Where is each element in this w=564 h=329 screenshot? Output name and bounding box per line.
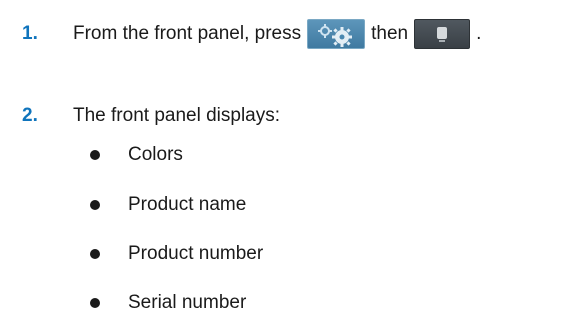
list-item-text: Colors: [128, 144, 183, 165]
step-text: The front panel displays:: [73, 105, 281, 126]
list-item-text: Product name: [128, 194, 247, 215]
list-item-text: Product number: [128, 243, 264, 264]
list-item-text: Serial number: [128, 292, 247, 313]
bullet-icon: [90, 150, 100, 160]
step-number: 2.: [22, 105, 38, 126]
step-text: From the front panel, press then .: [73, 19, 481, 49]
bullet-icon: [90, 200, 100, 210]
settings-gears-icon: [318, 24, 353, 47]
information-icon: [437, 27, 448, 42]
bullet-icon: [90, 298, 100, 308]
step-text-before: From the front panel, press: [73, 23, 302, 44]
information-button-image: [414, 19, 471, 49]
settings-button-image: [307, 19, 366, 49]
step-text-between: then: [371, 23, 409, 44]
bullet-icon: [90, 249, 100, 259]
step-text-after: .: [476, 23, 482, 44]
step-number: 1.: [22, 23, 38, 44]
